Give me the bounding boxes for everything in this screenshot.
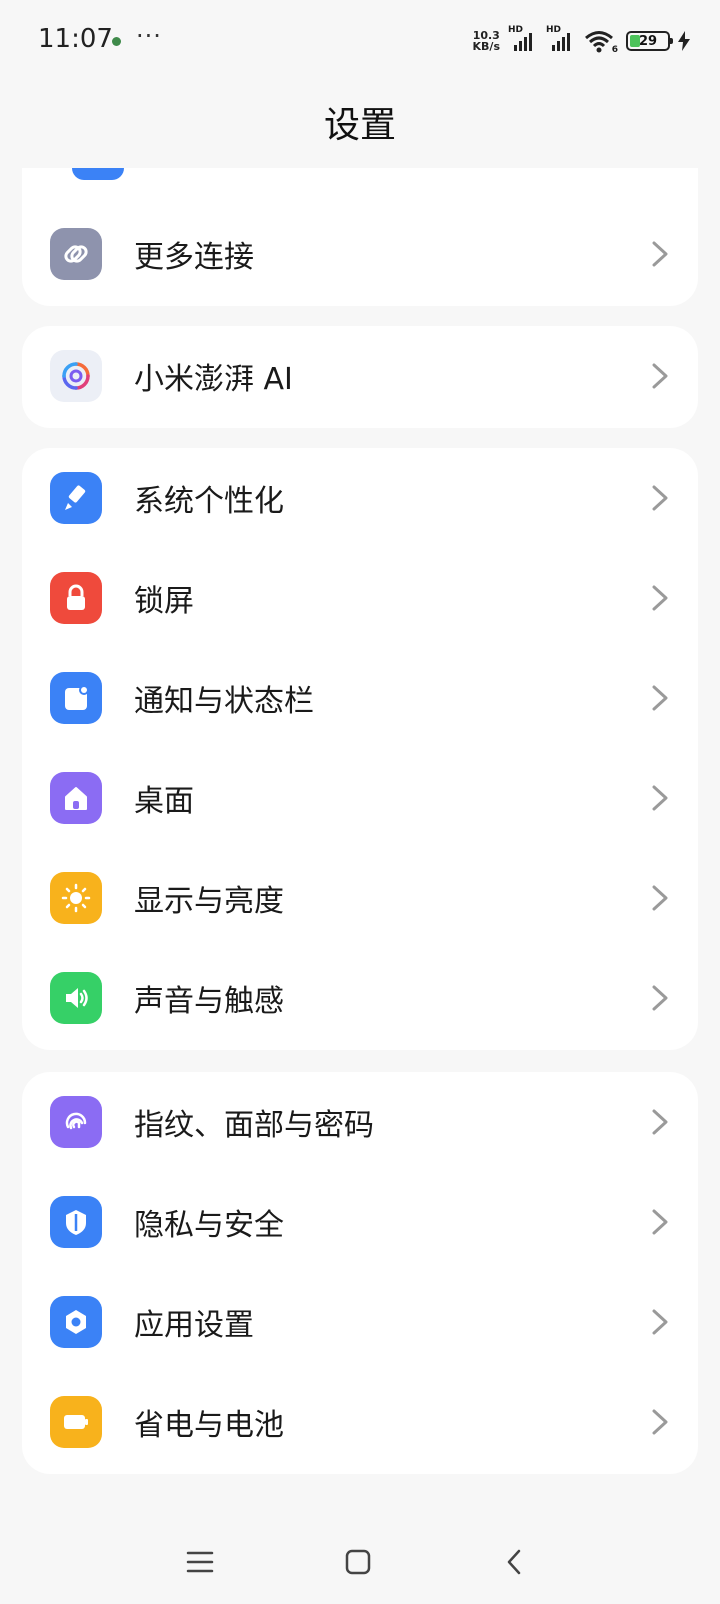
chevron-right-icon <box>652 241 668 267</box>
back-icon[interactable] <box>490 1538 538 1586</box>
settings-item-apps[interactable]: 应用设置 <box>22 1272 698 1372</box>
settings-item-privacy[interactable]: 隐私与安全 <box>22 1172 698 1272</box>
settings-group-connections: 更多连接 <box>22 168 698 306</box>
settings-item-personalization[interactable]: 系统个性化 <box>22 448 698 548</box>
hyperai-swirl-icon <box>50 350 102 402</box>
settings-group-personalization: 系统个性化 锁屏 通知与状态栏 桌面 显示与亮度 声音与触感 <box>22 448 698 1050</box>
navigation-bar <box>0 1518 720 1604</box>
status-bar: 11:07 ··· 10.3 KB/s HD HD 6 29 <box>0 0 720 84</box>
wifi-6-tag: 6 <box>611 45 618 55</box>
settings-item-home-screen[interactable]: 桌面 <box>22 748 698 848</box>
settings-item-battery[interactable]: 省电与电池 <box>22 1372 698 1472</box>
settings-item-label: 隐私与安全 <box>134 1208 284 1243</box>
hexagon-gear-icon <box>50 1296 102 1348</box>
settings-item-fingerprint[interactable]: 指纹、面部与密码 <box>22 1072 698 1172</box>
notification-icon <box>50 672 102 724</box>
charging-bolt-icon <box>678 31 690 51</box>
settings-item-lock-screen[interactable]: 锁屏 <box>22 548 698 648</box>
signal-sim1-icon: HD <box>508 25 538 53</box>
chevron-right-icon <box>652 785 668 811</box>
settings-item-label: 指纹、面部与密码 <box>134 1108 374 1143</box>
sim2-hd-tag: HD <box>546 25 562 35</box>
page-title: 设置 <box>323 105 396 146</box>
speaker-icon <box>50 972 102 1024</box>
lock-icon <box>50 572 102 624</box>
settings-item-display[interactable]: 显示与亮度 <box>22 848 698 948</box>
more-notifications-icon: ··· <box>136 22 162 50</box>
chevron-right-icon <box>652 685 668 711</box>
chevron-right-icon <box>652 1409 668 1435</box>
fingerprint-icon <box>50 1096 102 1148</box>
network-speed: 10.3 KB/s <box>473 30 500 52</box>
battery-icon <box>50 1396 102 1448</box>
settings-item-label: 小米澎湃 AI <box>134 362 293 397</box>
settings-item-label: 锁屏 <box>134 584 194 619</box>
settings-item-label: 桌面 <box>134 784 194 819</box>
privacy-shield-icon <box>50 1196 102 1248</box>
chevron-right-icon <box>652 363 668 389</box>
status-time: 11:07 <box>38 24 113 54</box>
chevron-right-icon <box>652 885 668 911</box>
wifi-icon: 6 <box>584 29 618 55</box>
partially-hidden-icon <box>72 168 124 180</box>
home-square-icon[interactable] <box>334 1538 382 1586</box>
signal-sim2-icon: HD <box>546 25 576 53</box>
chevron-right-icon <box>652 1309 668 1335</box>
settings-item-label: 系统个性化 <box>134 484 284 519</box>
chevron-right-icon <box>652 1209 668 1235</box>
settings-item-label: 应用设置 <box>134 1308 254 1343</box>
brush-icon <box>50 472 102 524</box>
menu-icon[interactable] <box>176 1538 224 1586</box>
settings-item-label: 声音与触感 <box>134 984 284 1019</box>
chevron-right-icon <box>652 585 668 611</box>
sun-icon <box>50 872 102 924</box>
settings-item-label: 更多连接 <box>134 240 254 275</box>
sim1-hd-tag: HD <box>508 25 524 35</box>
chevron-right-icon <box>652 1109 668 1135</box>
settings-item-label: 省电与电池 <box>134 1408 284 1443</box>
link-icon <box>50 228 102 280</box>
chevron-right-icon <box>652 485 668 511</box>
chevron-right-icon <box>652 985 668 1011</box>
settings-group-security: 指纹、面部与密码 隐私与安全 应用设置 省电与电池 <box>22 1072 698 1474</box>
settings-item-hyper-ai[interactable]: 小米澎湃 AI <box>22 326 698 426</box>
settings-group-ai: 小米澎湃 AI <box>22 326 698 428</box>
notification-dot-icon <box>112 37 121 46</box>
settings-item-sound[interactable]: 声音与触感 <box>22 948 698 1048</box>
settings-item-notifications[interactable]: 通知与状态栏 <box>22 648 698 748</box>
settings-item-label: 显示与亮度 <box>134 884 284 919</box>
battery-level: 29 <box>638 33 658 49</box>
network-speed-unit: KB/s <box>472 40 500 53</box>
home-icon <box>50 772 102 824</box>
settings-item-label: 通知与状态栏 <box>134 684 314 719</box>
battery-indicator: 29 <box>626 31 673 51</box>
settings-item-more-connections[interactable]: 更多连接 <box>22 204 698 304</box>
